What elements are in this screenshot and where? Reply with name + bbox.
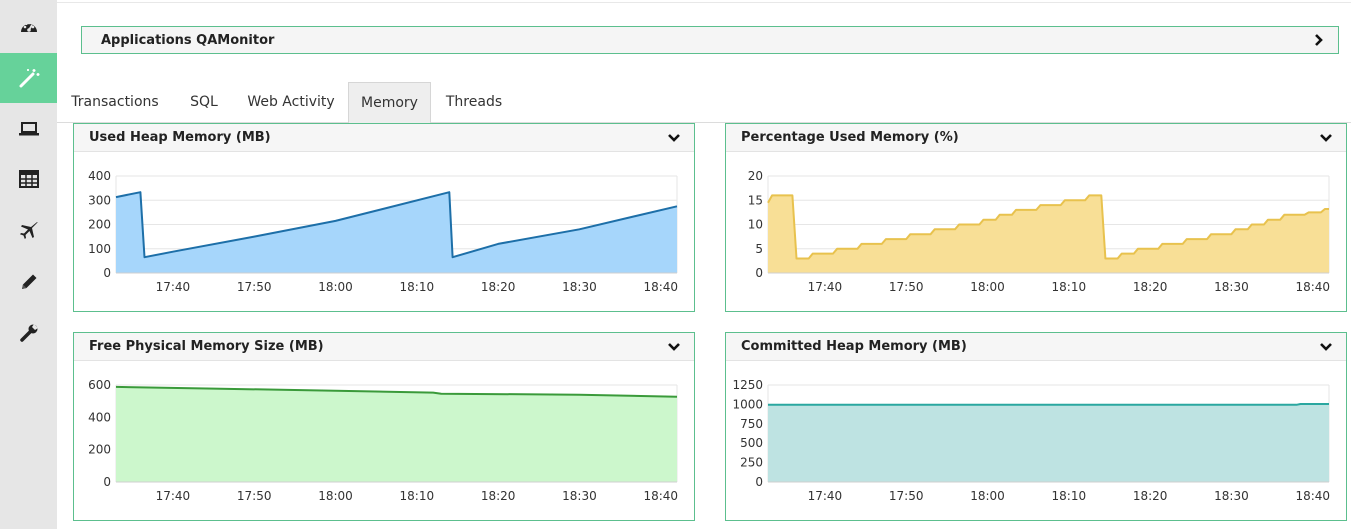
y-tick-label: 1000 xyxy=(732,397,763,411)
x-tick-label: 17:40 xyxy=(156,280,191,294)
wrench-icon xyxy=(19,324,38,342)
x-tick-label: 18:20 xyxy=(481,280,516,294)
magic-wand-icon xyxy=(19,69,39,88)
x-tick-label: 18:30 xyxy=(1214,489,1249,503)
panel-header: Percentage Used Memory (%) xyxy=(726,124,1346,152)
x-tick-label: 18:20 xyxy=(1133,489,1168,503)
application-header[interactable]: Applications QAMonitor xyxy=(81,26,1339,54)
x-tick-label: 18:40 xyxy=(1295,280,1330,294)
y-tick-label: 100 xyxy=(88,242,111,256)
tab-transactions[interactable]: Transactions xyxy=(69,82,161,123)
percentage-used-memory-chart: 0 5 10 15 20 17:40 17:50 18:00 18:10 18:20 18:30 18… xyxy=(748,169,1330,294)
y-tick-label: 250 xyxy=(740,456,763,470)
x-tick-label: 18:00 xyxy=(318,489,353,503)
x-tick-label: 18:10 xyxy=(400,489,435,503)
x-tick-label: 17:40 xyxy=(808,489,843,503)
y-tick-label: 300 xyxy=(88,193,111,207)
y-tick-label: 600 xyxy=(88,378,111,392)
chevron-down-icon[interactable] xyxy=(1320,342,1332,351)
sidebar-item-airplane[interactable] xyxy=(0,205,57,255)
chevron-down-icon[interactable] xyxy=(1320,133,1332,142)
y-tick-label: 200 xyxy=(88,218,111,232)
y-tick-label: 0 xyxy=(103,475,111,489)
y-tick-label: 5 xyxy=(755,242,763,256)
x-tick-label: 18:10 xyxy=(1052,280,1087,294)
y-tick-label: 500 xyxy=(740,436,763,450)
x-tick-label: 18:30 xyxy=(562,280,597,294)
series-line xyxy=(768,403,1329,406)
x-tick-label: 18:00 xyxy=(318,280,353,294)
used-heap-memory-chart: 0 100 200 300 400 17:40 17:50 18:00 18:10 18:20 18… xyxy=(88,169,678,294)
tab-sql[interactable]: SQL xyxy=(181,82,227,123)
x-tick-label: 18:20 xyxy=(1133,280,1168,294)
x-tick-label: 17:50 xyxy=(237,280,272,294)
y-tick-label: 15 xyxy=(748,193,763,207)
x-tick-label: 18:00 xyxy=(970,489,1005,503)
x-tick-label: 17:40 xyxy=(808,280,843,294)
y-tick-label: 1250 xyxy=(732,378,763,392)
chevron-down-icon[interactable] xyxy=(668,133,680,142)
panel-header: Free Physical Memory Size (MB) xyxy=(74,333,694,361)
y-tick-label: 0 xyxy=(755,266,763,280)
x-tick-label: 18:30 xyxy=(1214,280,1249,294)
tab-web-activity[interactable]: Web Activity xyxy=(243,82,339,123)
x-tick-label: 18:00 xyxy=(970,280,1005,294)
series-area xyxy=(768,195,1329,273)
y-tick-label: 20 xyxy=(748,169,763,183)
y-tick-label: 400 xyxy=(88,410,111,424)
y-tick-label: 10 xyxy=(748,218,763,232)
y-tick-label: 0 xyxy=(755,475,763,489)
airplane-icon xyxy=(19,221,38,239)
panel-title: Percentage Used Memory (%) xyxy=(741,130,959,145)
application-title: Applications QAMonitor xyxy=(101,32,275,48)
series-area xyxy=(116,192,677,273)
x-tick-label: 18:10 xyxy=(1052,489,1087,503)
series-area xyxy=(768,404,1329,482)
x-tick-label: 17:50 xyxy=(889,489,924,503)
x-tick-label: 17:50 xyxy=(889,280,924,294)
x-tick-label: 17:40 xyxy=(156,489,191,503)
committed-heap-memory-panel: Committed Heap Memory (MB) 0 250 500 750 100… xyxy=(725,332,1347,521)
y-tick-label: 400 xyxy=(88,169,111,183)
dashboard-icon xyxy=(20,21,37,32)
committed-heap-memory-chart: 0 250 500 750 1000 1250 17:40 17:50 18:00 18:10 18… xyxy=(732,378,1330,503)
sidebar-item-laptop[interactable] xyxy=(0,104,57,154)
table-icon xyxy=(18,170,39,188)
sidebar-item-table[interactable] xyxy=(0,154,57,204)
y-tick-label: 750 xyxy=(740,417,763,431)
laptop-icon xyxy=(18,122,39,136)
y-tick-label: 200 xyxy=(88,443,111,457)
x-tick-label: 18:40 xyxy=(1295,489,1330,503)
chevron-right-icon[interactable] xyxy=(1314,34,1324,46)
free-physical-memory-chart: 0 200 400 600 17:40 17:50 18:00 18:10 18:20 18:30… xyxy=(88,378,678,503)
x-tick-label: 18:40 xyxy=(643,489,678,503)
panel-title: Used Heap Memory (MB) xyxy=(89,130,271,145)
y-tick-label: 0 xyxy=(103,266,111,280)
panel-header: Committed Heap Memory (MB) xyxy=(726,333,1346,361)
tab-bar: Transactions SQL Web Activity Memory Thr… xyxy=(57,82,1351,123)
chevron-down-icon[interactable] xyxy=(668,342,680,351)
sidebar-item-pencil[interactable] xyxy=(0,257,57,307)
x-tick-label: 17:50 xyxy=(237,489,272,503)
series-area xyxy=(116,386,677,482)
pencil-icon xyxy=(21,274,36,289)
panel-header: Used Heap Memory (MB) xyxy=(74,124,694,152)
x-tick-label: 18:10 xyxy=(400,280,435,294)
panel-title: Free Physical Memory Size (MB) xyxy=(89,339,324,354)
x-tick-label: 18:30 xyxy=(562,489,597,503)
percentage-used-memory-panel: Percentage Used Memory (%) 0 5 10 15 20 17:40… xyxy=(725,123,1347,312)
x-tick-label: 18:20 xyxy=(481,489,516,503)
sidebar-item-dashboard[interactable] xyxy=(0,2,57,52)
top-divider xyxy=(57,0,1351,3)
tab-threads[interactable]: Threads xyxy=(441,82,507,123)
sidebar-item-wrench[interactable] xyxy=(0,308,57,358)
used-heap-memory-panel: Used Heap Memory (MB) 0 100 200 300 400 17:40… xyxy=(73,123,695,312)
free-physical-memory-panel: Free Physical Memory Size (MB) 0 200 400 60… xyxy=(73,332,695,521)
tab-memory[interactable]: Memory xyxy=(348,82,431,123)
sidebar-item-magic[interactable] xyxy=(0,53,57,103)
panel-title: Committed Heap Memory (MB) xyxy=(741,339,967,354)
sidebar xyxy=(0,0,57,529)
x-tick-label: 18:40 xyxy=(643,280,678,294)
